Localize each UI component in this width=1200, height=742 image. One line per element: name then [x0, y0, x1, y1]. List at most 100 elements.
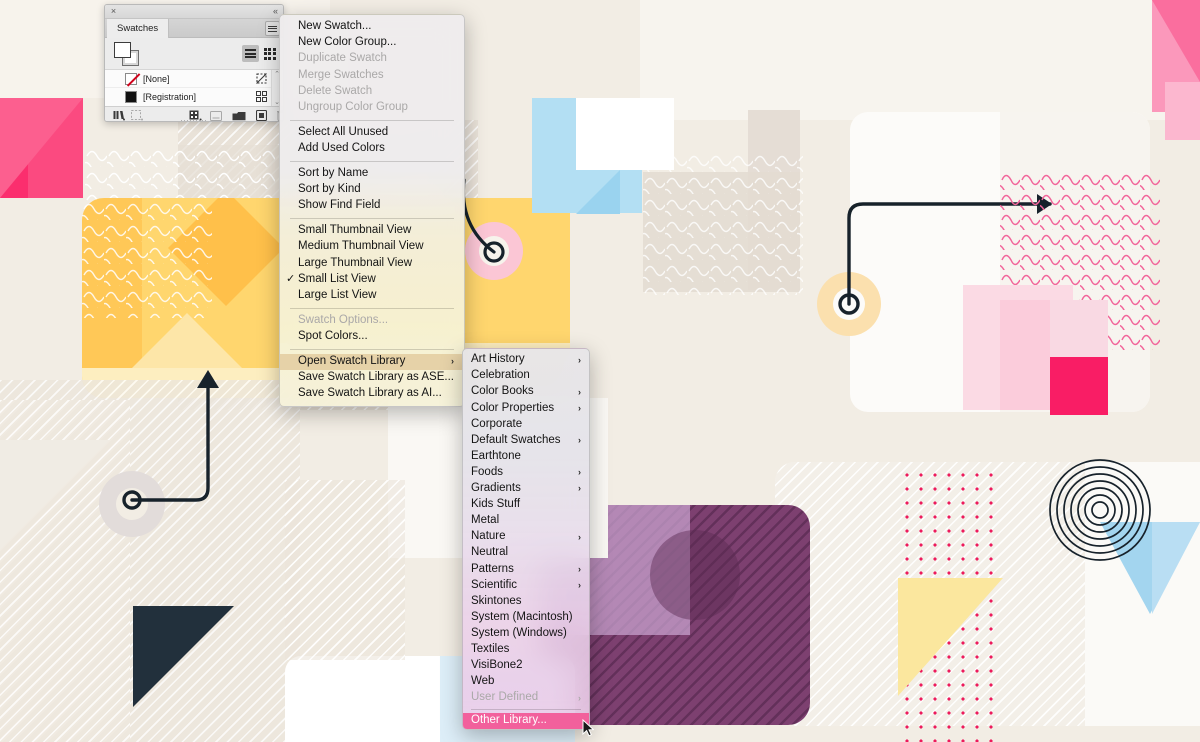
menu-item-earthtone[interactable]: Earthtone [463, 449, 589, 465]
menu-item-label: Add Used Colors [298, 141, 385, 154]
menu-item-small-thumbnail-view[interactable]: Small Thumbnail View [280, 223, 464, 239]
chevron-right-icon: › [578, 692, 581, 703]
menu-item-visibone2[interactable]: VisiBone2 [463, 658, 589, 674]
menu-item-label: Spot Colors... [298, 329, 368, 342]
chevron-right-icon: › [578, 563, 581, 574]
menu-item-metal[interactable]: Metal [463, 513, 589, 529]
squiggle-orange-svg [82, 198, 212, 318]
menu-item-label: Scientific [471, 578, 518, 591]
collapse-panel-icon[interactable]: « [273, 7, 278, 16]
menu-item-label: Metal [471, 514, 500, 527]
bg-blue-triangle [532, 170, 620, 214]
swatches-panel-flyout-menu[interactable]: New Swatch... New Color Group... Duplicate… [279, 14, 465, 407]
show-swatch-kinds-menu-icon[interactable] [131, 109, 143, 122]
menu-item-open-swatch-library[interactable]: Open Swatch Library › [280, 353, 464, 370]
close-icon[interactable]: × [109, 7, 118, 16]
menu-item-art-history[interactable]: Art History › [463, 352, 589, 368]
menu-item-neutral[interactable]: Neutral [463, 545, 589, 561]
menu-item-color-books[interactable]: Color Books › [463, 384, 589, 400]
menu-item-save-swatch-library-as-ai[interactable]: Save Swatch Library as AI... [280, 386, 464, 402]
thumbnail-grid-view-icon[interactable] [261, 45, 278, 62]
menu-item-color-properties[interactable]: Color Properties › [463, 400, 589, 416]
menu-item-user-defined: User Defined › [463, 690, 589, 706]
new-swatch-icon[interactable] [256, 109, 267, 121]
menu-item-label: Foods [471, 465, 503, 478]
bg-pink-rect-c [1050, 300, 1108, 358]
menu-item-large-thumbnail-view[interactable]: Large Thumbnail View [280, 255, 464, 271]
chevron-right-icon: › [578, 531, 581, 542]
menu-item-foods[interactable]: Foods › [463, 465, 589, 481]
menu-item-label: Ungroup Color Group [298, 100, 408, 113]
bg-stripes-mid [285, 480, 405, 660]
menu-item-label: Show Find Field [298, 199, 381, 212]
menu-item-celebration[interactable]: Celebration [463, 368, 589, 384]
menu-item-other-library[interactable]: Other Library... [463, 713, 589, 730]
bg-curve-arrow-pink [461, 178, 505, 263]
menu-item-save-swatch-library-as-ase[interactable]: Save Swatch Library as ASE... [280, 370, 464, 386]
panel-resize-grip[interactable] [181, 120, 207, 121]
menu-item-system-windows[interactable]: System (Windows) [463, 626, 589, 642]
menu-item-textiles[interactable]: Textiles [463, 642, 589, 658]
none-swatch-icon [125, 72, 137, 85]
menu-item-swatch-options: Swatch Options... [280, 313, 464, 329]
panel-menu-icon[interactable] [265, 21, 280, 36]
menu-item-skintones[interactable]: Skintones [463, 593, 589, 609]
menu-item-new-color-group[interactable]: New Color Group... [280, 35, 464, 51]
menu-item-sort-by-name[interactable]: Sort by Name [280, 166, 464, 182]
new-color-group-icon[interactable] [232, 109, 246, 122]
list-item[interactable]: [Registration] [105, 88, 283, 106]
menu-item-spot-colors[interactable]: Spot Colors... [280, 329, 464, 345]
bg-blue-triangle-right-2 [1152, 522, 1200, 614]
menu-item-patterns[interactable]: Patterns › [463, 561, 589, 577]
menu-item-label: Color Properties [471, 401, 555, 414]
chevron-right-icon: › [578, 467, 581, 478]
menu-item-small-list-view[interactable]: ✓ Small List View [280, 271, 464, 287]
open-swatch-library-submenu[interactable]: Art History › Celebration Color Books › Color… [462, 348, 590, 731]
menu-item-default-swatches[interactable]: Default Swatches › [463, 432, 589, 448]
menu-item-sort-by-kind[interactable]: Sort by Kind [280, 182, 464, 198]
bg-arrow-up-left [122, 370, 219, 510]
bg-pink-triangle [0, 98, 83, 198]
menu-item-label: Merge Swatches [298, 68, 384, 81]
chevron-right-icon: › [578, 435, 581, 446]
chevron-right-icon: › [451, 356, 454, 367]
menu-item-corporate[interactable]: Corporate [463, 416, 589, 432]
menu-item-show-find-field[interactable]: Show Find Field [280, 198, 464, 214]
fill-stroke-indicator[interactable] [114, 42, 142, 66]
swatches-panel[interactable]: × « Swatches [None] [Registration] ⌃ ⌄ [104, 4, 284, 122]
menu-separator [471, 709, 581, 711]
swatch-list[interactable]: [None] [Registration] ⌃ ⌄ [105, 70, 283, 106]
menu-item-gradients[interactable]: Gradients › [463, 481, 589, 497]
menu-item-merge-swatches: Merge Swatches [280, 67, 464, 83]
menu-item-nature[interactable]: Nature › [463, 529, 589, 545]
menu-item-add-used-colors[interactable]: Add Used Colors [280, 141, 464, 157]
view-mode-buttons [242, 45, 278, 62]
menu-item-select-all-unused[interactable]: Select All Unused [280, 125, 464, 141]
menu-item-label: Duplicate Swatch [298, 52, 387, 65]
small-list-view-icon[interactable] [242, 45, 259, 62]
menu-item-medium-thumbnail-view[interactable]: Medium Thumbnail View [280, 239, 464, 255]
menu-item-label: Small Thumbnail View [298, 224, 412, 237]
menu-item-web[interactable]: Web [463, 674, 589, 690]
menu-separator [290, 348, 454, 350]
chevron-right-icon: › [578, 579, 581, 590]
menu-separator [290, 119, 454, 121]
menu-item-ungroup-color-group: Ungroup Color Group [280, 99, 464, 115]
chevron-right-icon: › [578, 483, 581, 494]
menu-item-label: Delete Swatch [298, 84, 373, 97]
menu-item-system-macintosh[interactable]: System (Macintosh) [463, 610, 589, 626]
menu-item-label: Other Library... [471, 714, 547, 727]
list-item[interactable]: [None] [105, 70, 283, 88]
menu-item-new-swatch[interactable]: New Swatch... [280, 19, 464, 35]
menu-item-kids-stuff[interactable]: Kids Stuff [463, 497, 589, 513]
swatch-options-icon[interactable] [210, 109, 222, 122]
fill-swatch[interactable] [114, 42, 131, 58]
menu-item-scientific[interactable]: Scientific › [463, 577, 589, 593]
menu-item-large-list-view[interactable]: Large List View [280, 287, 464, 303]
menu-item-label: Gradients [471, 482, 521, 495]
swatch-libraries-menu-icon[interactable] [113, 109, 125, 122]
tab-swatches[interactable]: Swatches [107, 19, 170, 38]
registration-kind-icon [256, 91, 267, 104]
menu-item-label: Save Swatch Library as ASE... [298, 371, 454, 384]
squiggle-beige-svg [643, 150, 803, 295]
